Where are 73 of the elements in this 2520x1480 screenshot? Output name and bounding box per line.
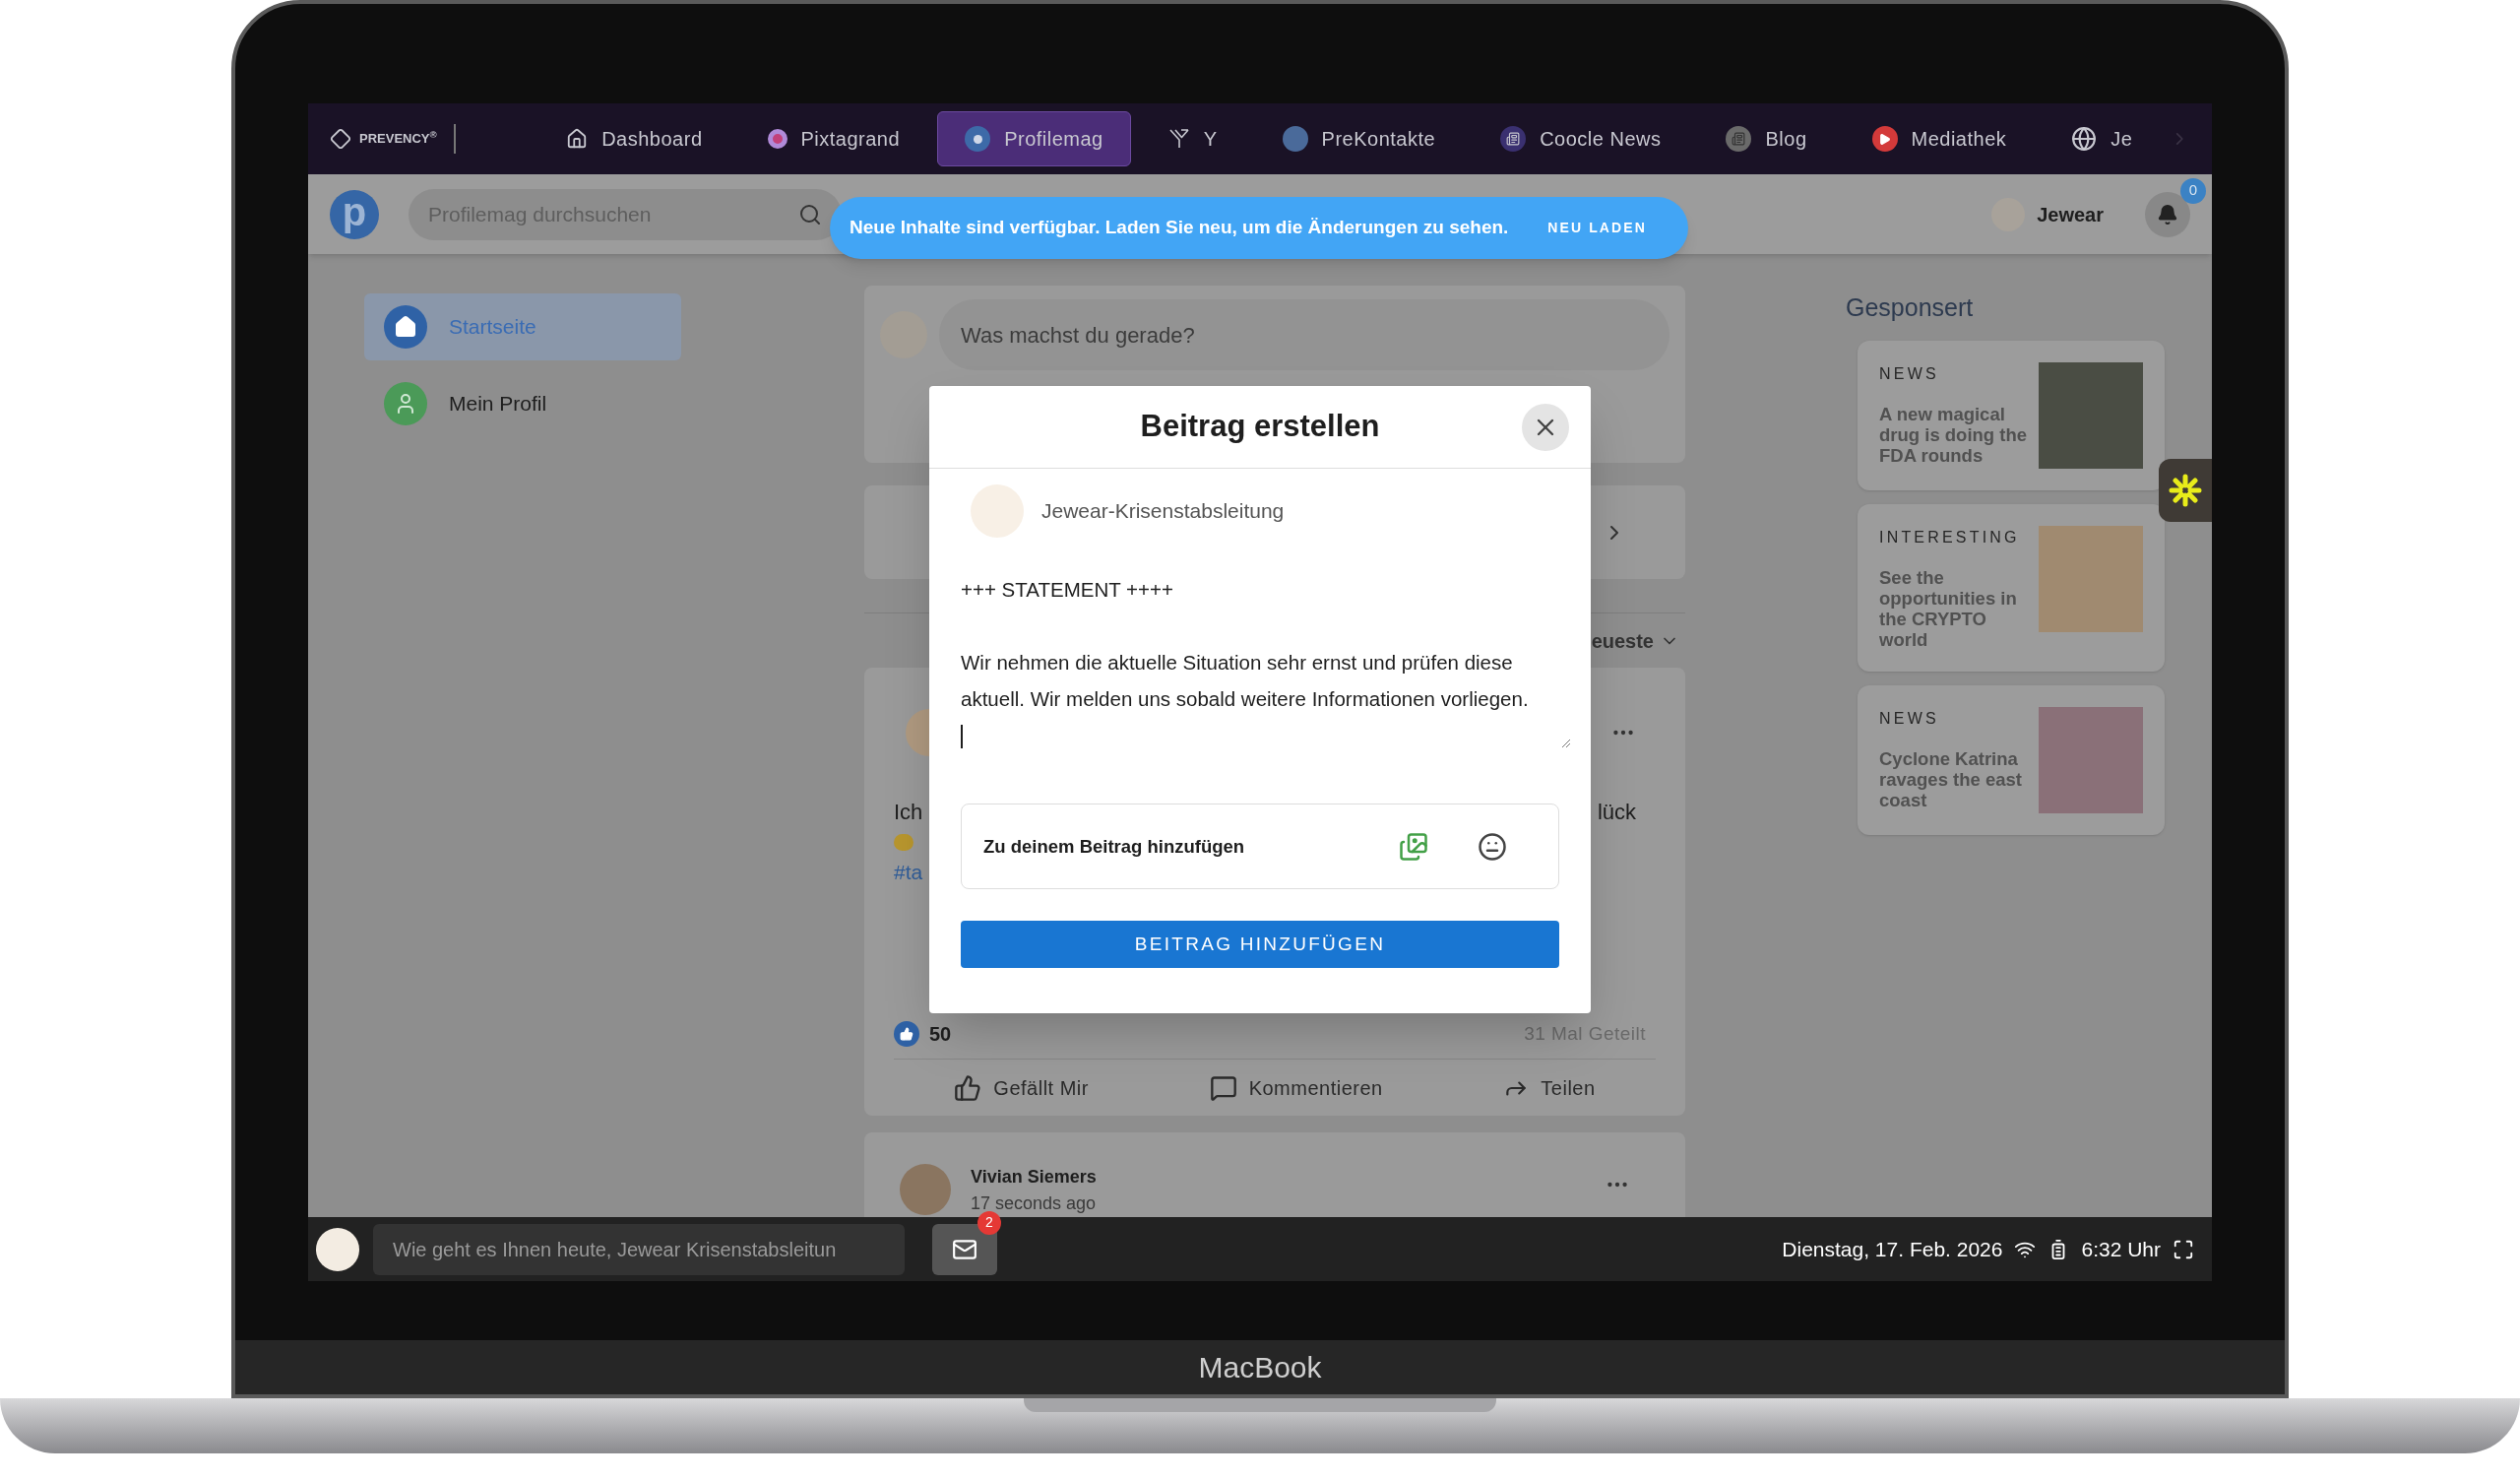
dialog-title: Beitrag erstellen <box>1140 408 1380 446</box>
ad-headline: See the opportunities in the CRYPTO world <box>1879 566 2018 650</box>
resize-handle-icon <box>1559 737 1571 748</box>
post-action-button[interactable]: Gefällt Mir <box>954 1072 1089 1103</box>
post-action-button[interactable]: Kommentieren <box>1209 1072 1383 1103</box>
ad-card[interactable]: NEWS Cyclone Katrina ravages the east coast <box>1858 684 2165 835</box>
ad-card[interactable]: INTERESTING See the opportunities in the CRYPTO world <box>1858 503 2165 672</box>
post-text: Ich <box>894 799 923 826</box>
add-to-post-label: Zu deinem Beitrag hinzufügen <box>983 834 1245 859</box>
emoji-icon <box>894 834 914 851</box>
play-icon <box>1871 126 1898 152</box>
nav-tab[interactable]: Mediathek <box>1844 111 2035 166</box>
blog-icon <box>1726 126 1752 152</box>
author-avatar <box>971 484 1024 538</box>
widget-tab[interactable] <box>2159 459 2212 522</box>
ad-headline: A new magical drug is doing the FDA rounds <box>1879 403 2029 466</box>
notification-text: Neue Inhalte sind verfügbar. Laden Sie neu, um die Änderungen zu sehen. <box>850 216 1509 240</box>
like-count: 50 <box>929 1022 952 1047</box>
ad-card[interactable]: NEWS A new magical drug is doing the FDA rounds <box>1858 340 2165 490</box>
image-icon[interactable] <box>1399 831 1428 862</box>
nav-tab[interactable]: Y <box>1140 111 1245 166</box>
brand-logo: PREVENCY$^{®}$ <box>359 129 437 149</box>
sidebar-item[interactable]: Mein Profil <box>364 370 681 437</box>
sort-label[interactable]: eueste <box>1591 625 1654 656</box>
clock-text: 6:32 Uhr <box>2081 1237 2161 1263</box>
notification-button[interactable] <box>2145 191 2190 237</box>
emoji-icon[interactable] <box>1478 831 1507 862</box>
ad-category: NEWS <box>1879 708 1940 729</box>
asterisk-icon <box>2169 474 2202 507</box>
laptop-brand-label: MacBook <box>235 1340 2285 1394</box>
nav-tab[interactable]: Coocle News <box>1473 111 1689 166</box>
comment-icon <box>1209 1073 1237 1102</box>
author-name[interactable]: Vivian Siemers <box>971 1164 1097 1190</box>
app-logo: p <box>330 189 379 239</box>
globe-icon <box>2071 126 2098 152</box>
submit-button[interactable]: BEITRAG HINZUFÜGEN <box>961 921 1559 968</box>
thumbs-up-icon <box>954 1073 982 1102</box>
nav-tab[interactable]: Blog <box>1698 111 1835 166</box>
composer-field[interactable]: Was machst du gerade? <box>939 299 1670 370</box>
date-text: Dienstag, 17. Feb. 2026 <box>1782 1237 2003 1263</box>
home-icon <box>384 305 427 349</box>
bell-icon <box>2157 203 2178 225</box>
like-icon <box>894 1021 919 1047</box>
logo-icon <box>330 128 351 150</box>
nav-tab[interactable]: Je <box>2044 111 2161 166</box>
nav-tab[interactable]: Dashboard <box>538 111 730 166</box>
notification-badge: 0 <box>2180 177 2206 204</box>
ad-headline: Cyclone Katrina ravages the east coast <box>1879 747 2023 810</box>
user-avatar <box>316 1227 359 1271</box>
newspaper-icon <box>1500 126 1527 152</box>
stripes-logo-icon <box>1167 128 1190 150</box>
user-icon <box>384 382 427 425</box>
status-input-field[interactable]: Wie geht es Ihnen heute, Jewear Krisenstabsleitun <box>373 1223 905 1275</box>
user-avatar <box>900 1164 951 1215</box>
text-cursor <box>961 725 963 748</box>
nav-tab[interactable]: Profilemag <box>937 111 1131 166</box>
post-text-area[interactable]: +++ STATEMENT ++++ Wir nehmen die aktuelle Situation sehr ernst und prüfen diese aktuell. Wir melden uns sobald weitere Informationen vorliegen. <box>949 559 1571 792</box>
user-name[interactable]: Jewear <box>2037 199 2104 229</box>
ad-category: NEWS <box>1879 363 1940 384</box>
home-icon <box>566 128 589 150</box>
nav-tab[interactable]: PreKontakte <box>1254 111 1464 166</box>
section-title: Gesponsert <box>1846 292 1975 323</box>
circle-logo-icon <box>767 129 788 149</box>
fullscreen-icon[interactable] <box>2173 1238 2194 1260</box>
close-button[interactable] <box>1522 404 1569 451</box>
post-action-button[interactable]: Teilen <box>1503 1072 1596 1103</box>
post-text: lück <box>1597 799 1636 826</box>
search-icon[interactable] <box>798 202 822 226</box>
author-name: Jewear-Krisenstabsleitung <box>1041 498 1285 525</box>
circle-logo-icon <box>1282 126 1308 152</box>
circle-logo-icon <box>965 126 991 152</box>
nav-tab[interactable]: Pixtagrand <box>739 111 928 166</box>
ad-category: INTERESTING <box>1879 527 2021 547</box>
